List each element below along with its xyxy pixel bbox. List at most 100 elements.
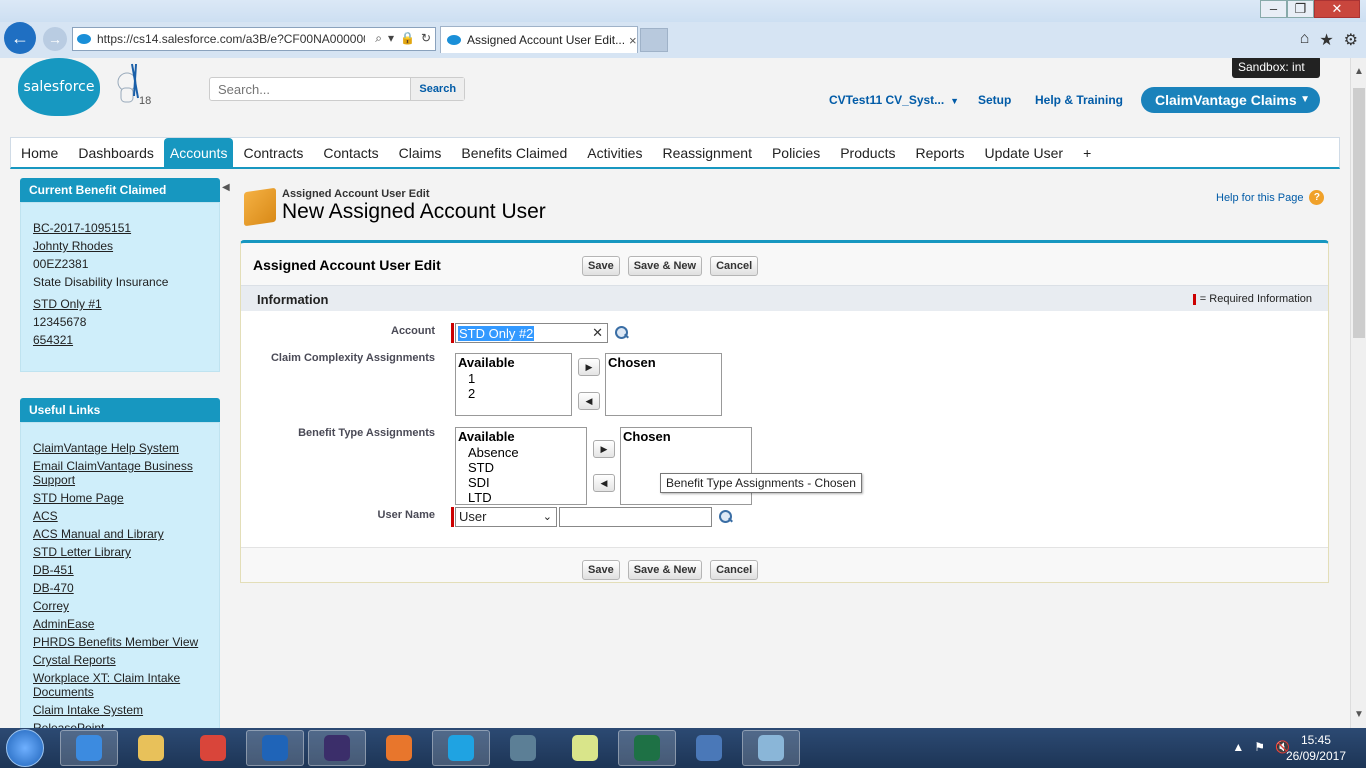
dropdown-icon[interactable]: ▾ — [388, 31, 394, 46]
page-scrollbar[interactable]: ▲ ▼ — [1350, 58, 1366, 728]
help-for-page-link[interactable]: Help for this Page ? — [1216, 190, 1325, 205]
network-icon[interactable]: ⚑ — [1254, 740, 1265, 754]
taskbar-app-5[interactable] — [370, 730, 428, 766]
useful-link[interactable]: AdminEase — [33, 617, 207, 631]
list-option[interactable]: 2 — [456, 386, 571, 401]
back-button[interactable]: ← — [4, 22, 36, 54]
tab-benefits-claimed[interactable]: Benefits Claimed — [451, 138, 577, 167]
list-option[interactable]: SDI — [456, 475, 586, 490]
tray-expand-icon[interactable]: ▲ — [1232, 740, 1244, 754]
useful-link[interactable]: ReleasePoint — [33, 721, 207, 728]
useful-link[interactable]: ACS — [33, 509, 207, 523]
new-tab-button[interactable] — [640, 28, 668, 52]
start-button[interactable] — [6, 729, 44, 767]
maximize-button[interactable]: ❐ — [1287, 0, 1314, 18]
save-new-button[interactable]: Save & New — [627, 256, 703, 276]
setup-link[interactable]: Setup — [978, 93, 1011, 107]
help-training-link[interactable]: Help & Training — [1035, 93, 1123, 107]
user-lookup-icon[interactable] — [718, 510, 734, 524]
browser-tab[interactable]: Assigned Account User Edit... × — [440, 26, 638, 53]
account-input[interactable]: STD Only #2 ✕ — [455, 323, 608, 343]
useful-link[interactable]: Workplace XT: Claim Intake Documents — [33, 671, 207, 699]
settings-gear-icon[interactable]: ⚙ — [1344, 30, 1358, 50]
taskbar-app-1[interactable] — [122, 730, 180, 766]
useful-link[interactable]: DB-470 — [33, 581, 207, 595]
close-window-button[interactable]: ✕ — [1314, 0, 1360, 18]
app-menu-button[interactable]: ClaimVantage Claims ▼ — [1141, 87, 1320, 113]
claim-chosen-list[interactable]: Chosen — [605, 353, 722, 416]
taskbar-app-10[interactable] — [680, 730, 738, 766]
useful-link[interactable]: STD Letter Library — [33, 545, 207, 559]
tab-products[interactable]: Products — [830, 138, 905, 167]
search-button[interactable]: Search — [410, 78, 464, 100]
benefit-link[interactable]: STD Only #1 — [33, 295, 207, 313]
user-type-select[interactable]: User ⌄ — [455, 507, 557, 527]
minimize-button[interactable]: – — [1260, 0, 1287, 18]
cancel-button[interactable]: Cancel — [710, 256, 759, 276]
scroll-thumb[interactable] — [1353, 88, 1365, 338]
tab-contracts[interactable]: Contracts — [233, 138, 313, 167]
account-lookup-icon[interactable] — [614, 326, 630, 340]
user-name-input[interactable] — [559, 507, 712, 527]
list-option[interactable]: LTD — [456, 490, 586, 505]
tab-reports[interactable]: Reports — [905, 138, 974, 167]
taskbar-app-7[interactable] — [494, 730, 552, 766]
tab-activities[interactable]: Activities — [577, 138, 652, 167]
all-tabs-plus-icon[interactable]: + — [1073, 138, 1101, 167]
taskbar-app-2[interactable] — [184, 730, 242, 766]
scroll-up-icon[interactable]: ▲ — [1354, 66, 1364, 77]
useful-link[interactable]: Crystal Reports — [33, 653, 207, 667]
tab-reassignment[interactable]: Reassignment — [652, 138, 762, 167]
claim-available-list[interactable]: Available 1 2 — [455, 353, 572, 416]
favorites-star-icon[interactable]: ★ — [1319, 30, 1333, 50]
useful-link[interactable]: DB-451 — [33, 563, 207, 577]
cancel-button[interactable]: Cancel — [710, 560, 759, 580]
url-text[interactable]: https://cs14.salesforce.com/a3B/e?CF00NA… — [97, 32, 365, 46]
save-button[interactable]: Save — [582, 256, 620, 276]
sidebar-collapse-icon[interactable]: ◀ — [222, 182, 234, 204]
tab-policies[interactable]: Policies — [762, 138, 830, 167]
benefit-chosen-list[interactable]: Chosen — [620, 427, 752, 505]
useful-link[interactable]: Claim Intake System — [33, 703, 207, 717]
tab-claims[interactable]: Claims — [389, 138, 452, 167]
clear-icon[interactable]: ✕ — [592, 325, 603, 341]
useful-link[interactable]: Correy — [33, 599, 207, 613]
taskbar-app-9[interactable] — [618, 730, 676, 766]
remove-benefit-button[interactable]: ◀ — [593, 474, 615, 492]
useful-link[interactable]: Email ClaimVantage Business Support — [33, 459, 207, 487]
taskbar-app-4[interactable] — [308, 730, 366, 766]
clock[interactable]: 15:45 26/09/2017 — [1286, 732, 1346, 764]
tab-close-icon[interactable]: × — [629, 33, 637, 48]
tab-contacts[interactable]: Contacts — [313, 138, 388, 167]
list-option[interactable]: 1 — [456, 371, 571, 386]
forward-button[interactable]: → — [43, 27, 67, 51]
taskbar-app-0[interactable] — [60, 730, 118, 766]
benefit-link[interactable]: 654321 — [33, 331, 207, 349]
tab-dashboards[interactable]: Dashboards — [68, 138, 164, 167]
taskbar-app-8[interactable] — [556, 730, 614, 766]
tab-home[interactable]: Home — [11, 138, 68, 167]
search-icon[interactable]: ⌕ — [375, 31, 382, 46]
search-input[interactable] — [210, 78, 411, 100]
useful-link[interactable]: STD Home Page — [33, 491, 207, 505]
address-bar[interactable]: https://cs14.salesforce.com/a3B/e?CF00NA… — [72, 27, 436, 51]
scroll-down-icon[interactable]: ▼ — [1354, 709, 1364, 720]
list-option[interactable]: Absence — [456, 445, 586, 460]
remove-claim-button[interactable]: ◀ — [578, 392, 600, 410]
taskbar-app-11[interactable] — [742, 730, 800, 766]
benefit-link[interactable]: BC-2017-1095151 — [33, 219, 207, 237]
benefit-available-list[interactable]: Available Absence STD SDI LTD — [455, 427, 587, 505]
list-option[interactable]: STD — [456, 460, 586, 475]
useful-link[interactable]: ACS Manual and Library — [33, 527, 207, 541]
save-button[interactable]: Save — [582, 560, 620, 580]
save-new-button[interactable]: Save & New — [627, 560, 703, 580]
add-claim-button[interactable]: ▶ — [578, 358, 600, 376]
tab-accounts[interactable]: Accounts — [163, 138, 234, 167]
user-menu[interactable]: CVTest11 CV_Syst... ▼ — [829, 93, 959, 107]
benefit-link[interactable]: Johnty Rhodes — [33, 237, 207, 255]
add-benefit-button[interactable]: ▶ — [593, 440, 615, 458]
salesforce-logo[interactable]: salesforce — [18, 58, 100, 116]
useful-link[interactable]: ClaimVantage Help System — [33, 441, 207, 455]
tab-update-user[interactable]: Update User — [975, 138, 1074, 167]
taskbar-app-6[interactable] — [432, 730, 490, 766]
